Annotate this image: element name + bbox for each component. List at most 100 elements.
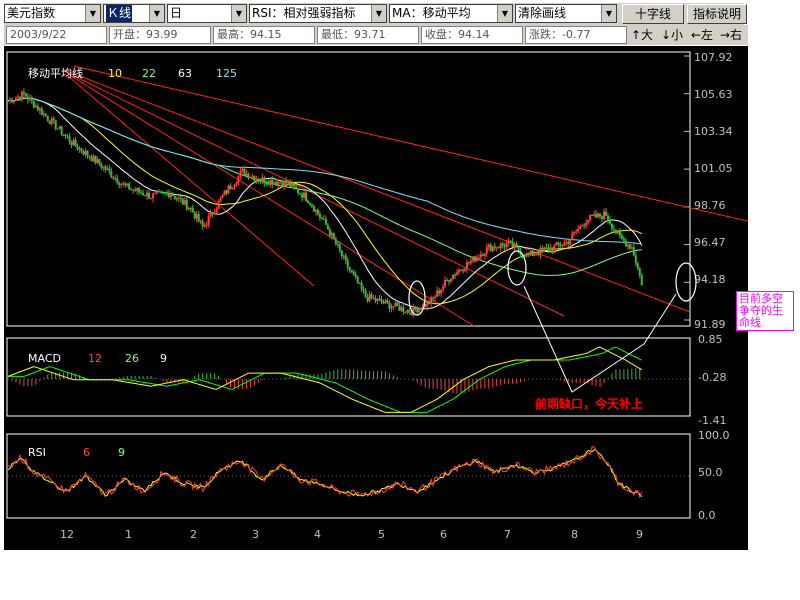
candle-body: [132, 189, 135, 191]
macd-param-26: 26: [125, 352, 139, 365]
annotation-pointer-lines: [523, 285, 645, 393]
chevron-down-icon[interactable]: ▼: [497, 5, 512, 22]
main-y-axis: 107.92 105.63 103.34 101.05 98.76 96.47 …: [694, 51, 733, 331]
x-tick-label: 7: [504, 528, 511, 541]
instrument-select[interactable]: 美元指数 ▼: [4, 4, 101, 23]
candle-body: [459, 270, 462, 272]
candle-body: [44, 113, 47, 117]
rsi-legend: RSI 6 9: [28, 446, 125, 459]
indicator-ma-select[interactable]: MA：移动平均 ▼: [389, 4, 513, 23]
candle-body: [289, 181, 292, 187]
candle-body: [28, 97, 31, 100]
scroll-left-button[interactable]: ←左: [691, 27, 713, 43]
candle-body: [38, 108, 41, 111]
candle-body: [261, 177, 264, 182]
candle-body: [146, 192, 149, 197]
candle-body: [34, 105, 37, 108]
candle-body: [273, 182, 276, 185]
candle-body: [603, 211, 606, 219]
candle-body: [553, 244, 556, 251]
candle-body: [60, 126, 63, 135]
candle-body: [507, 240, 510, 244]
candle-body: [305, 192, 308, 201]
candle-body: [154, 192, 157, 194]
candle-body: [310, 204, 313, 207]
candle-body: [227, 185, 230, 194]
crosshair-button[interactable]: 十字线: [622, 4, 684, 24]
candle-body: [52, 118, 55, 121]
candle-body: [541, 247, 544, 250]
candle-body: [591, 214, 594, 216]
candle-body: [467, 262, 470, 264]
candle-body: [434, 296, 437, 298]
candle-body: [535, 254, 538, 256]
candle-body: [398, 305, 401, 311]
candle-body: [316, 209, 319, 215]
candle-body: [165, 192, 168, 194]
candle-body: [545, 247, 548, 249]
candle-body: [563, 242, 566, 246]
candle-body: [110, 171, 113, 178]
candle-body: [589, 214, 592, 220]
candle-body: [402, 307, 405, 312]
period-select[interactable]: Ｋ线 ▼: [103, 4, 165, 23]
candle-body: [338, 244, 341, 251]
candle-body: [152, 193, 155, 199]
x-tick-label: 9: [636, 528, 643, 541]
candle-body: [295, 186, 298, 189]
candle-body: [497, 247, 500, 249]
candle-body: [575, 231, 578, 233]
candle-body: [291, 183, 294, 187]
candle-body: [142, 193, 145, 196]
candle-body: [481, 254, 484, 256]
candle-body: [318, 214, 321, 218]
candle-body: [183, 200, 186, 205]
zoom-out-button[interactable]: ↓小: [661, 27, 683, 43]
chevron-down-icon[interactable]: ▼: [371, 5, 386, 22]
candle-body: [223, 190, 226, 195]
candle-body: [217, 200, 220, 209]
chevron-down-icon[interactable]: ▼: [601, 5, 616, 22]
candle-body: [263, 177, 266, 184]
candle-body: [354, 274, 357, 277]
candle-body: [215, 208, 218, 213]
x-tick-label: 4: [314, 528, 321, 541]
candle-body: [503, 245, 506, 247]
clear-lines-select[interactable]: 清除画线 ▼: [515, 4, 617, 23]
chevron-down-icon[interactable]: ▼: [85, 5, 100, 22]
candle-body: [322, 218, 325, 220]
high-label: 最高：: [217, 28, 250, 41]
x-tick-label: 5: [378, 528, 385, 541]
candle-body: [32, 100, 35, 108]
y-tick-label: 94.18: [694, 273, 726, 286]
chevron-down-icon[interactable]: ▼: [149, 5, 164, 22]
low-field: 最低：93.71: [317, 26, 419, 44]
candle-body: [42, 113, 45, 115]
candle-body: [352, 271, 355, 275]
scroll-right-button[interactable]: →右: [720, 27, 742, 43]
interval-select[interactable]: 日 ▼: [167, 4, 247, 23]
indicator-rsi-value: RSI：相对强弱指标: [252, 6, 356, 20]
candle-body: [320, 217, 323, 220]
ma-legend-125: 125: [216, 67, 237, 80]
quote-info-bar: 2003/9/22 开盘：93.99 最高：94.15 最低：93.71 收盘：…: [4, 25, 748, 45]
close-label: 收盘：: [425, 28, 458, 41]
candle-body: [30, 97, 33, 101]
candle-body: [440, 289, 443, 294]
candle-body: [116, 178, 119, 183]
candle-body: [128, 183, 131, 190]
candle-body: [473, 256, 476, 262]
chevron-down-icon[interactable]: ▼: [231, 5, 246, 22]
indicator-rsi-select[interactable]: RSI：相对强弱指标 ▼: [249, 4, 387, 23]
candle-body: [177, 197, 180, 199]
zoom-in-button[interactable]: ↑大: [631, 27, 653, 43]
chart-canvas[interactable]: 107.92 105.63 103.34 101.05 98.76 96.47 …: [4, 46, 783, 550]
indicator-help-button[interactable]: 指标说明: [687, 4, 747, 24]
chart-svg[interactable]: 107.92 105.63 103.34 101.05 98.76 96.47 …: [4, 46, 783, 550]
candle-body: [167, 193, 170, 198]
candle-body: [199, 221, 202, 223]
candle-body: [416, 309, 419, 313]
gap-circle-july: [507, 250, 527, 286]
candle-body: [604, 211, 607, 216]
candle-body: [108, 168, 111, 172]
